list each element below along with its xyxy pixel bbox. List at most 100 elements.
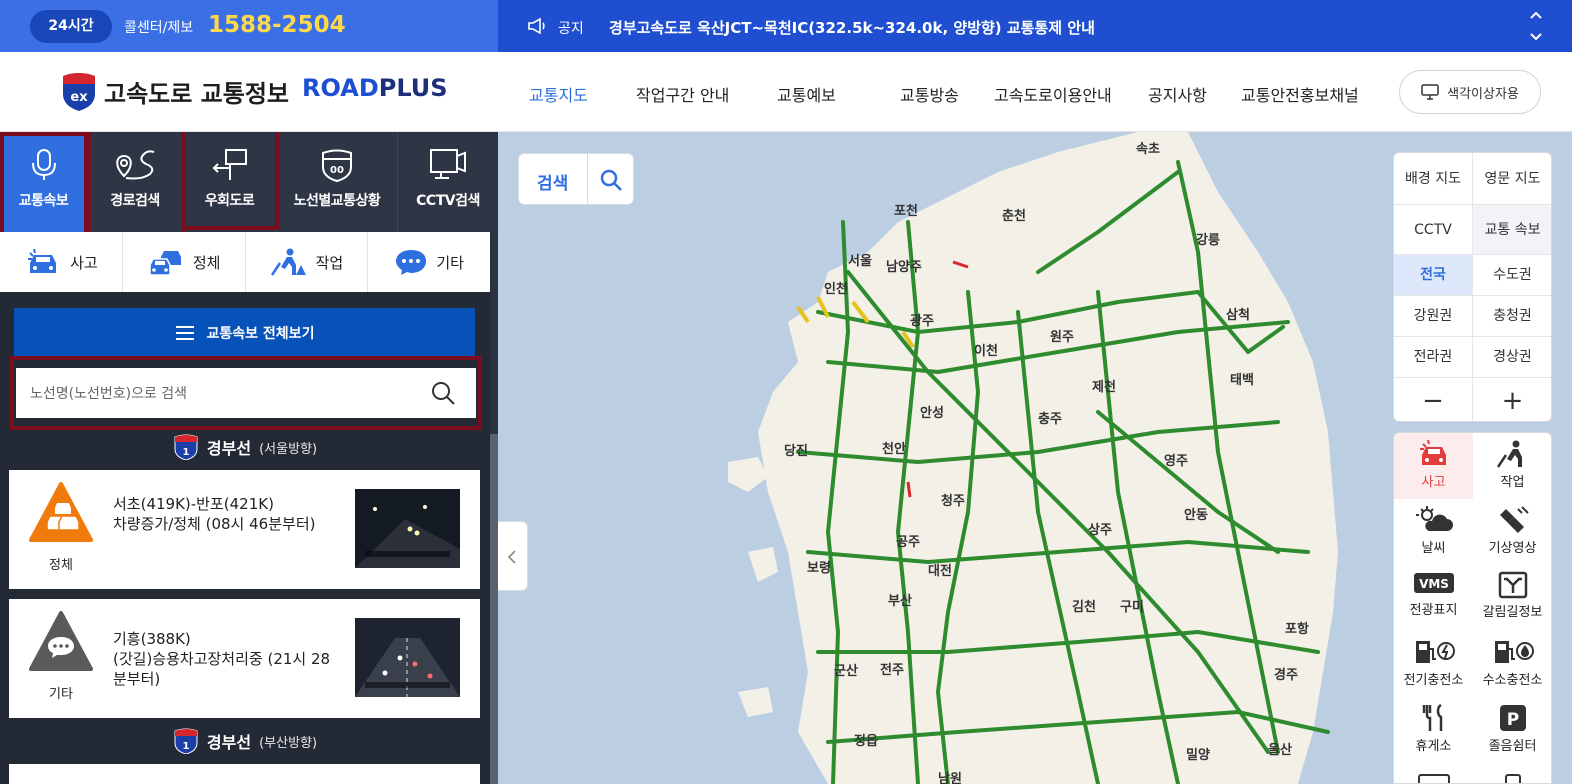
- region-gyeongsang-button[interactable]: 경상권: [1473, 337, 1551, 378]
- map-search-box[interactable]: 검색: [518, 153, 634, 206]
- category-accident[interactable]: 사고: [0, 232, 123, 292]
- layer-more[interactable]: [1394, 763, 1473, 783]
- city-label: 영주: [1164, 454, 1188, 469]
- nav-broadcast[interactable]: 교통방송: [900, 82, 959, 106]
- logo-roadplus[interactable]: ROADPLUS: [302, 74, 448, 102]
- city-label: 춘천: [1002, 209, 1026, 224]
- car-accident-icon: [1419, 439, 1446, 465]
- sidebar-scrollbar[interactable]: [490, 232, 498, 784]
- layer-ev-charging[interactable]: 전기충전소: [1394, 631, 1473, 697]
- city-label: 태백: [1230, 373, 1254, 388]
- ex-shield-logo-icon[interactable]: ex: [60, 72, 98, 112]
- nav-forecast[interactable]: 교통예보: [777, 82, 836, 106]
- svg-text:00: 00: [330, 165, 344, 176]
- keyboard-icon: [1417, 774, 1450, 783]
- layer-more[interactable]: [1473, 763, 1551, 783]
- scrollbar-thumb[interactable]: [490, 434, 498, 784]
- layer-label: 휴게소: [1415, 739, 1452, 754]
- layer-label: 기상영상: [1488, 541, 1537, 556]
- route-number: 1: [182, 741, 189, 752]
- city-label: 전주: [880, 663, 904, 678]
- route-search-input[interactable]: 노선명(노선번호)으로 검색: [16, 368, 476, 418]
- traffic-news-card[interactable]: 기타 기흥(388K) (갓길)승용차고장처리중 (21시 28분부터): [9, 599, 480, 718]
- view-all-news-button[interactable]: 교통속보 전체보기: [14, 308, 475, 358]
- region-gangwon-button[interactable]: 강원권: [1394, 296, 1473, 337]
- cctv-thumbnail[interactable]: [355, 489, 460, 568]
- logo-road-text: ROAD: [302, 74, 379, 102]
- tab-cctv-search[interactable]: CCTV검색: [398, 132, 498, 232]
- city-label: 속초: [1136, 142, 1160, 157]
- cctv-toggle-button[interactable]: CCTV: [1394, 205, 1473, 255]
- colorblind-mode-button[interactable]: 색각이상자용: [1399, 70, 1541, 114]
- category-congestion[interactable]: 정체: [123, 232, 246, 292]
- callcenter-label: 콜센터/제보: [124, 20, 194, 36]
- card-type-label: 정체: [49, 558, 73, 573]
- city-label: 인천: [824, 282, 848, 297]
- collapse-sidebar-button[interactable]: [498, 521, 528, 591]
- cctv-thumbnail[interactable]: [355, 618, 460, 697]
- city-label: 포항: [1285, 622, 1309, 637]
- card-line2: 차량증가/정체 (08시 46분부터): [113, 515, 316, 533]
- category-label: 사고: [70, 253, 98, 272]
- parking-text: P: [1506, 710, 1518, 730]
- nav-usage-guide[interactable]: 고속도로이용안내: [994, 82, 1112, 106]
- tab-label: CCTV검색: [416, 193, 480, 209]
- traffic-news-card[interactable]: [9, 764, 480, 784]
- chevron-left-icon: [507, 550, 516, 564]
- category-filter-row: 사고 정체 작업 기타: [0, 232, 490, 292]
- nav-work-zone[interactable]: 작업구간 안내: [636, 82, 729, 106]
- english-map-button[interactable]: 영문 지도: [1473, 153, 1551, 205]
- traffic-news-card[interactable]: 정체 서초(419K)-반포(421K) 차량증가/정체 (08시 46분부터): [9, 470, 480, 589]
- layer-accident[interactable]: 사고: [1394, 433, 1473, 499]
- city-label: 보령: [807, 561, 831, 576]
- layer-satellite[interactable]: 기상영상: [1473, 499, 1551, 565]
- cctv-night-image: [355, 618, 460, 697]
- category-work[interactable]: 작업: [246, 232, 369, 292]
- search-icon[interactable]: [599, 168, 623, 192]
- city-label: 김천: [1072, 600, 1096, 615]
- nav-safety-channel[interactable]: 교통안전홍보채널: [1241, 82, 1359, 106]
- layer-rest-area[interactable]: 휴게소: [1394, 697, 1473, 763]
- map-search-label: 검색: [537, 174, 569, 194]
- device-icon: [1504, 774, 1521, 783]
- city-label: 포천: [894, 204, 918, 219]
- notice-updown-icon[interactable]: [1528, 8, 1544, 44]
- background-map-button[interactable]: 배경 지도: [1394, 153, 1473, 205]
- hours-badge: 24시간: [30, 10, 112, 43]
- layer-vms[interactable]: VMS 전광표지: [1394, 565, 1473, 631]
- callcenter-phone[interactable]: 1588-2504: [208, 12, 346, 38]
- nav-traffic-map[interactable]: 교통지도: [529, 82, 588, 106]
- notice-label: 공지: [558, 21, 584, 37]
- city-label: 군산: [834, 664, 858, 679]
- layer-drowsy-shelter[interactable]: P 졸음쉼터: [1473, 697, 1551, 763]
- logo-title[interactable]: 고속도로 교통정보: [104, 74, 289, 109]
- traffic-news-toggle-button[interactable]: 교통 속보: [1473, 205, 1551, 255]
- layer-junction[interactable]: 갈림길정보: [1473, 565, 1551, 631]
- region-jeolla-button[interactable]: 전라권: [1394, 337, 1473, 378]
- city-label: 부산: [888, 594, 912, 609]
- tab-route-status[interactable]: 00 노선별교통상황: [277, 132, 398, 232]
- search-icon[interactable]: [430, 380, 456, 406]
- city-label: 천안: [882, 442, 906, 457]
- cctv-monitor-icon: [430, 149, 466, 179]
- notice-text[interactable]: 경부고속도로 옥산JCT~목천IC(322.5k~324.0k, 양방향) 교통…: [609, 17, 1095, 38]
- layer-hydrogen-charging[interactable]: 수소충전소: [1473, 631, 1551, 697]
- city-label: 제천: [1092, 380, 1116, 395]
- zoom-out-button[interactable]: −: [1394, 378, 1473, 421]
- layer-work[interactable]: 작업: [1473, 433, 1551, 499]
- route-group-header: 1 경부선 (부산방향): [0, 726, 490, 756]
- layer-weather[interactable]: 날씨: [1394, 499, 1473, 565]
- junction-sign-icon: [1498, 571, 1527, 599]
- layer-label: 전광표지: [1409, 603, 1458, 618]
- nav-notices[interactable]: 공지사항: [1148, 82, 1207, 106]
- region-chungcheong-button[interactable]: 충청권: [1473, 296, 1551, 337]
- category-other[interactable]: 기타: [368, 232, 490, 292]
- city-label: 이천: [974, 344, 998, 359]
- zoom-in-button[interactable]: +: [1473, 378, 1551, 421]
- region-capital-button[interactable]: 수도권: [1473, 255, 1551, 296]
- search-placeholder: 노선명(노선번호)으로 검색: [30, 386, 188, 402]
- city-label: 남양주: [886, 260, 922, 275]
- layer-label: 사고: [1421, 475, 1446, 490]
- city-label: 강릉: [1196, 233, 1220, 248]
- region-nationwide-button[interactable]: 전국: [1394, 255, 1473, 296]
